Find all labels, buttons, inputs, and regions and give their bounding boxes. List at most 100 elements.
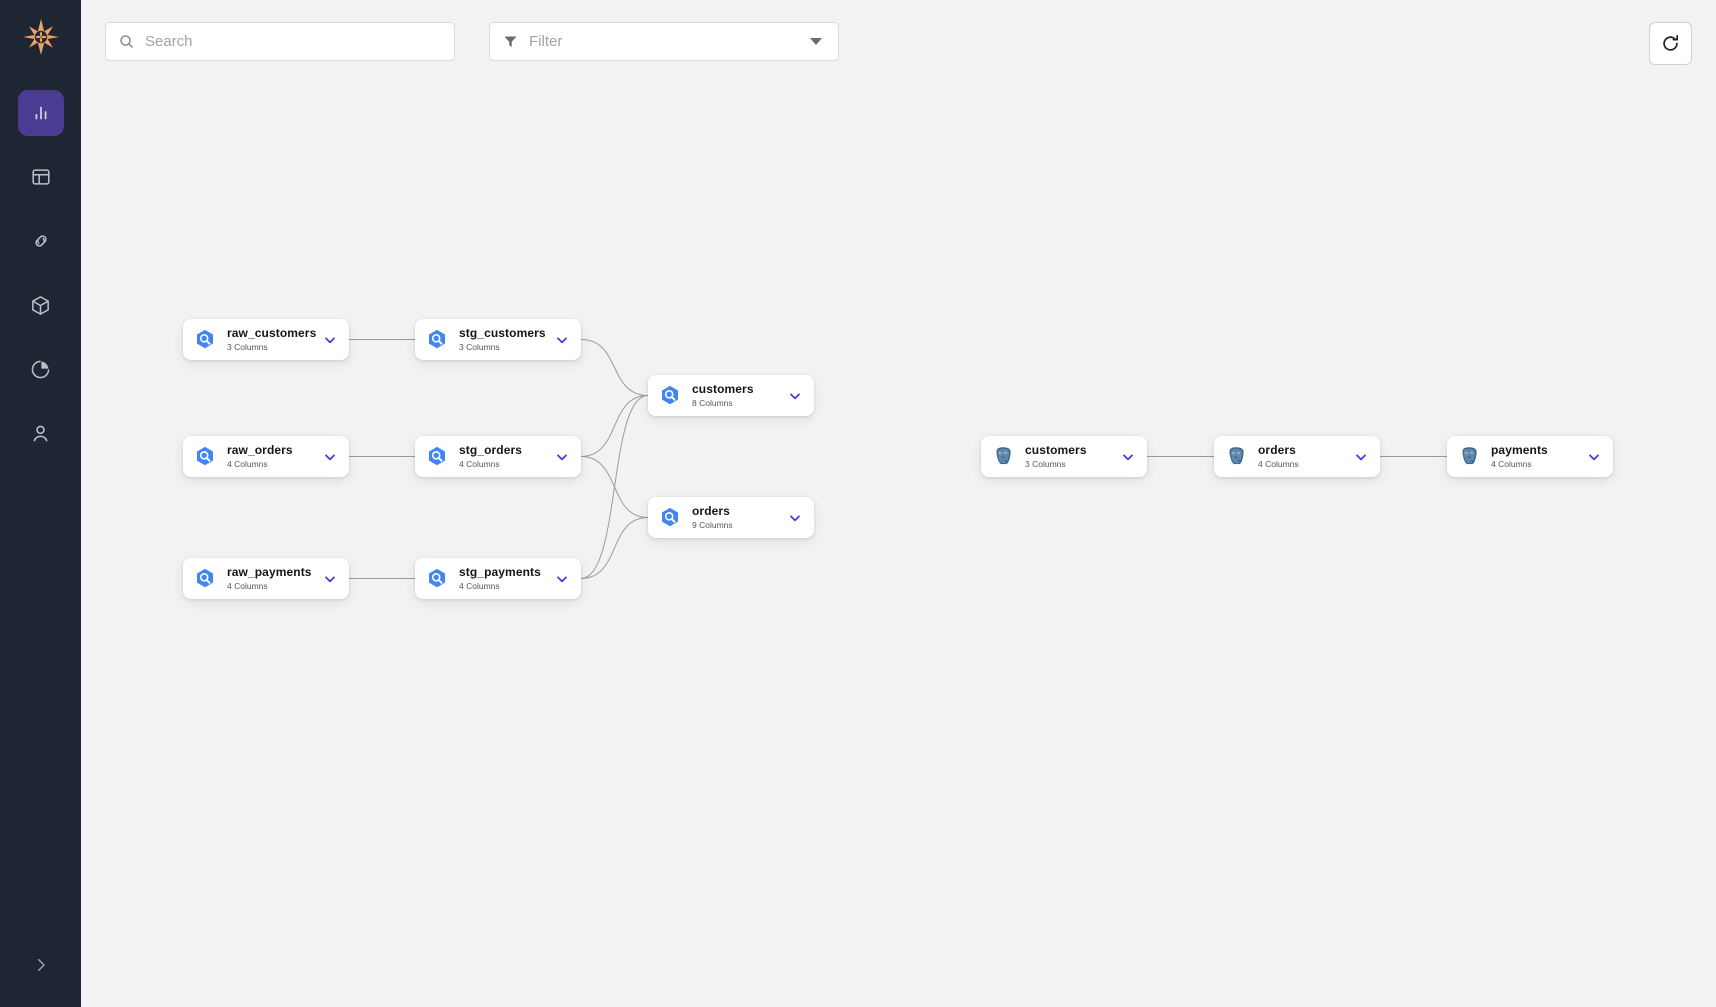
node-expand-button[interactable]: [321, 332, 339, 348]
bar-chart-icon: [35, 106, 46, 120]
node-text: stg_orders 4 Columns: [459, 443, 553, 470]
app-root: raw_customers 3 Columns raw_orders 4 Column…: [0, 0, 1716, 1007]
chevron-down-icon: [557, 336, 567, 343]
lineage-edge: [580, 517, 649, 579]
lineage-canvas[interactable]: raw_customers 3 Columns raw_orders 4 Column…: [81, 0, 1716, 1007]
node-expand-button[interactable]: [1352, 449, 1370, 465]
sidebar-item-lineage[interactable]: [18, 218, 64, 264]
lineage-edge: [580, 339, 649, 396]
sidebar-item-account[interactable]: [18, 410, 64, 456]
node-text: orders 9 Columns: [692, 504, 786, 531]
node-column-count: 4 Columns: [1491, 459, 1532, 469]
node-expand-button[interactable]: [553, 332, 571, 348]
node-column-count: 3 Columns: [459, 342, 500, 352]
node-title: customers: [692, 382, 754, 396]
node-column-count: 8 Columns: [692, 398, 733, 408]
app-logo[interactable]: [18, 14, 64, 60]
search-input[interactable]: [145, 23, 442, 60]
lineage-node[interactable]: orders 9 Columns: [648, 497, 814, 538]
node-title: stg_orders: [459, 443, 523, 457]
filter-label: Filter: [529, 33, 563, 50]
search-field[interactable]: [105, 22, 455, 61]
node-source-icon: [990, 443, 1016, 470]
node-text: raw_payments 4 Columns: [227, 565, 321, 592]
node-expand-button[interactable]: [1585, 449, 1603, 465]
lineage-node[interactable]: raw_payments 4 Columns: [183, 558, 349, 599]
node-source-icon: [192, 326, 218, 353]
sidebar: [0, 0, 81, 1007]
lineage-node[interactable]: orders 4 Columns: [1214, 436, 1380, 477]
lineage-node[interactable]: customers 3 Columns: [981, 436, 1147, 477]
sidebar-nav: [0, 90, 81, 456]
chevron-down-icon: [790, 392, 800, 399]
filter-dropdown[interactable]: Filter: [489, 22, 839, 61]
node-source-icon: [657, 504, 683, 531]
node-column-count: 3 Columns: [227, 342, 268, 352]
node-expand-button[interactable]: [786, 510, 804, 526]
node-title: raw_customers: [227, 326, 317, 340]
node-source-icon: [192, 565, 218, 592]
node-expand-button[interactable]: [553, 449, 571, 465]
filter-funnel-icon: [504, 36, 517, 47]
bigquery-icon: [662, 507, 678, 526]
lineage-edges: [349, 338, 1447, 580]
bigquery-icon: [197, 568, 213, 587]
bigquery-icon: [429, 446, 445, 465]
compass-star-logo: [22, 19, 59, 55]
lineage-node[interactable]: stg_orders 4 Columns: [415, 436, 581, 477]
node-source-icon: [657, 382, 683, 409]
node-title: orders: [692, 504, 730, 518]
node-column-count: 4 Columns: [227, 459, 268, 469]
lineage-edge: [580, 456, 649, 518]
lineage-node[interactable]: raw_customers 3 Columns: [183, 319, 349, 360]
node-source-icon: [192, 443, 218, 470]
search-icon: [120, 35, 133, 48]
sidebar-item-tables[interactable]: [18, 154, 64, 200]
bigquery-icon: [429, 568, 445, 587]
bigquery-icon: [197, 329, 213, 348]
chevron-down-icon: [1589, 453, 1599, 460]
lineage-node[interactable]: stg_customers 3 Columns: [415, 319, 581, 360]
sidebar-expand-button[interactable]: [0, 945, 81, 985]
sidebar-item-models[interactable]: [18, 282, 64, 328]
chevron-down-icon: [325, 575, 335, 582]
chevron-down-icon: [325, 453, 335, 460]
node-source-icon: [424, 326, 450, 353]
node-column-count: 4 Columns: [459, 459, 500, 469]
postgres-icon: [1462, 446, 1477, 464]
link-icon: [34, 235, 47, 247]
node-text: stg_payments 4 Columns: [459, 565, 553, 592]
lineage-node[interactable]: customers 8 Columns: [648, 375, 814, 416]
node-expand-button[interactable]: [553, 571, 571, 587]
lineage-node[interactable]: payments 4 Columns: [1447, 436, 1613, 477]
pie-chart-icon: [31, 360, 50, 378]
node-text: raw_customers 3 Columns: [227, 326, 321, 353]
refresh-button[interactable]: [1649, 22, 1692, 65]
node-title: raw_payments: [227, 565, 312, 579]
node-expand-button[interactable]: [321, 449, 339, 465]
chevron-down-icon: [557, 575, 567, 582]
user-icon: [33, 425, 48, 441]
bigquery-icon: [662, 385, 678, 404]
sidebar-item-reports[interactable]: [18, 346, 64, 392]
node-column-count: 9 Columns: [692, 520, 733, 530]
main-area: raw_customers 3 Columns raw_orders 4 Column…: [81, 0, 1716, 1007]
node-title: stg_customers: [459, 326, 546, 340]
node-expand-button[interactable]: [1119, 449, 1137, 465]
chevron-down-icon: [557, 453, 567, 460]
table-layout-icon: [31, 169, 50, 185]
node-source-icon: [1223, 443, 1249, 470]
sidebar-item-dashboard[interactable]: [17, 90, 64, 136]
lineage-node[interactable]: raw_orders 4 Columns: [183, 436, 349, 477]
node-expand-button[interactable]: [321, 571, 339, 587]
node-column-count: 4 Columns: [227, 581, 268, 591]
postgres-icon: [1229, 446, 1244, 464]
chevron-down-icon: [1356, 453, 1366, 460]
lineage-node[interactable]: stg_payments 4 Columns: [415, 558, 581, 599]
chevron-down-icon: [325, 336, 335, 343]
node-source-icon: [424, 565, 450, 592]
chevron-down-icon: [1123, 453, 1133, 460]
node-expand-button[interactable]: [786, 388, 804, 404]
postgres-icon: [996, 446, 1011, 464]
node-text: customers 3 Columns: [1025, 443, 1119, 470]
